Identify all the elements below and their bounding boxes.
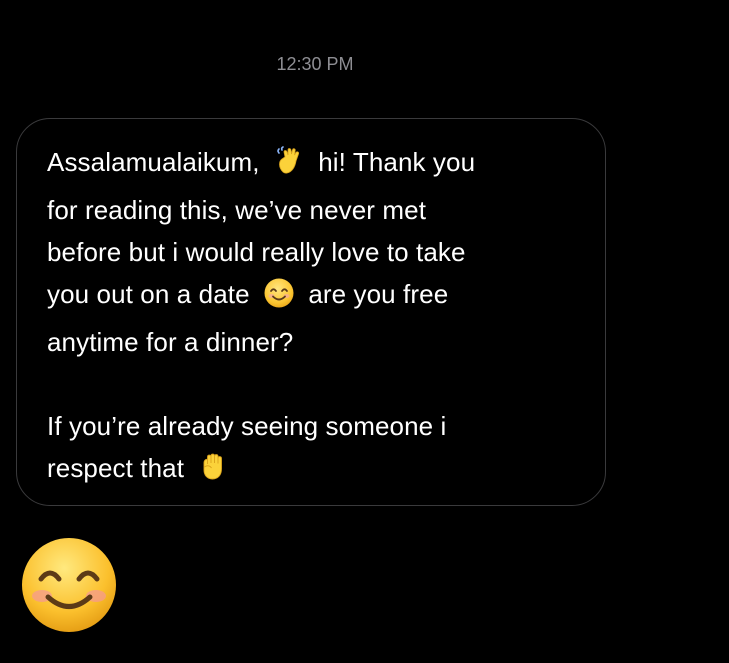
message-line: respect that [47, 447, 587, 495]
message-line: Assalamualaikum, hi! Thank you [47, 141, 587, 189]
message-text: Assalamualaikum, hi! Thank you for readi… [47, 141, 587, 495]
smiling-face-icon[interactable] [20, 536, 118, 634]
received-message-bubble[interactable]: Assalamualaikum, hi! Thank you for readi… [16, 118, 606, 506]
raised-fist-icon [197, 449, 229, 495]
message-line: you out on a date are you free [47, 273, 587, 321]
message-timestamp: 12:30 PM [276, 54, 354, 74]
message-line: If you’re already seeing someone i [47, 411, 447, 441]
waving-hand-icon [273, 145, 305, 189]
message-line: before but i would really love to take [47, 237, 466, 267]
smiling-face-icon [263, 277, 295, 321]
message-line: for reading this, we’ve never met [47, 195, 427, 225]
message-line: anytime for a dinner? [47, 327, 294, 357]
